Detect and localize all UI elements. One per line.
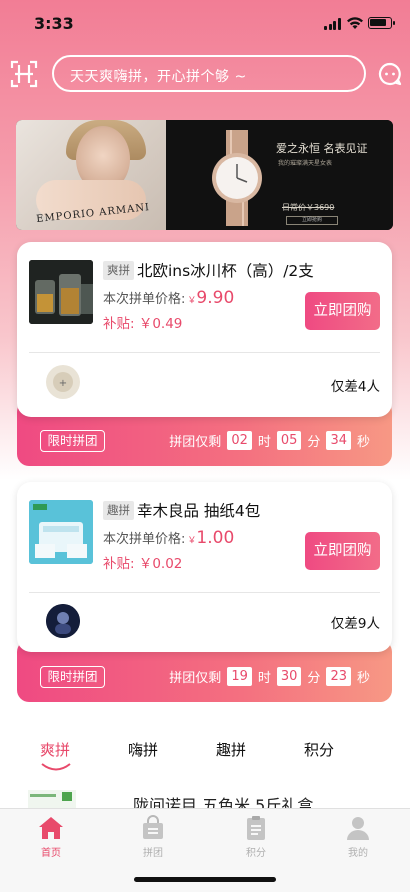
price-label: 本次拼单价格: (103, 292, 186, 307)
tab-shuangpin[interactable]: 爽拼 (40, 739, 70, 760)
subsidy-amount: 补贴: ￥0.02 (103, 556, 183, 572)
category-tabs: 爽拼 嗨拼 趣拼 积分 (0, 733, 410, 773)
countdown-hours: 02 (227, 431, 252, 450)
chat-bubble-icon[interactable] (378, 62, 402, 86)
minute-unit: 分 (307, 671, 321, 686)
status-bar: 3:33 (0, 0, 410, 48)
tab-jifen[interactable]: 积分 (304, 739, 334, 760)
product-image-tissue (29, 500, 93, 564)
second-unit: 秒 (356, 435, 370, 450)
flash-group-label: 限时拼团 (40, 666, 105, 688)
countdown-minutes: 05 (276, 431, 302, 450)
product-name: 幸木良品 抽纸4包 (137, 502, 261, 520)
svg-text:+: + (59, 378, 67, 389)
flash-group-label: 限时拼团 (40, 430, 105, 452)
banner-original-price: 日常价￥3690 (282, 203, 335, 212)
group-deal-card[interactable]: 趣拼 幸木良品 抽纸4包 本次拼单价格: ￥1.00 补贴: ￥0.02 立即团购… (17, 482, 392, 652)
hour-unit: 时 (257, 435, 271, 450)
home-indicator (134, 877, 276, 882)
tab-qupin[interactable]: 趣拼 (216, 739, 246, 760)
avatar[interactable] (46, 604, 80, 638)
remaining-members: 仅差9人 (330, 616, 380, 632)
watch-image (212, 130, 262, 226)
price-value: 9.90 (196, 288, 235, 308)
deal-type-tag: 爽拼 (103, 261, 134, 280)
divider (29, 352, 380, 353)
wifi-icon (347, 17, 363, 29)
subsidy-amount: 补贴: ￥0.49 (103, 316, 183, 332)
product-name: 北欧ins冰川杯（高）/2支 (137, 262, 314, 280)
banner-model-photo: EMPORIO ARMANI (16, 120, 166, 230)
price-label: 本次拼单价格: (103, 532, 186, 547)
banner-slogan: 爱之永恒 名表见证 (276, 142, 368, 155)
tab-haipin[interactable]: 嗨拼 (128, 739, 158, 760)
remaining-members: 仅差4人 (330, 379, 380, 395)
search-placeholder: 天天爽嗨拼，开心拼个够 ~ (70, 69, 247, 85)
home-icon (39, 817, 63, 839)
promo-banner[interactable]: EMPORIO ARMANI 爱之永恒 名表见证 我的璀璨满天星女表 日常价￥3… (16, 120, 393, 230)
countdown-seconds: 23 (326, 667, 351, 686)
deal-type-tag: 趣拼 (103, 501, 134, 520)
nav-label: 拼团 (143, 848, 163, 859)
countdown-timer: 拼团仅剩 19 时 30 分 23 秒 (169, 667, 370, 686)
countdown-prefix: 拼团仅剩 (169, 671, 222, 686)
banner-buy-button[interactable]: 立即抢购 (286, 216, 338, 225)
battery-icon (368, 17, 395, 29)
nav-label: 我的 (348, 848, 368, 859)
second-unit: 秒 (356, 671, 370, 686)
scan-icon[interactable] (10, 60, 38, 88)
countdown-seconds: 34 (326, 431, 351, 450)
nav-home[interactable]: 首页 (21, 815, 81, 859)
countdown-hours: 19 (227, 667, 252, 686)
shopping-bag-icon (143, 815, 163, 839)
minute-unit: 分 (307, 435, 321, 450)
countdown-minutes: 30 (276, 667, 302, 686)
group-deal-card[interactable]: 爽拼 北欧ins冰川杯（高）/2支 本次拼单价格: ￥9.90 补贴: ￥0.49… (17, 242, 392, 417)
status-time: 3:33 (34, 14, 74, 33)
cellular-signal-icon (324, 18, 342, 30)
buy-now-button[interactable]: 立即团购 (305, 532, 380, 570)
group-price: 本次拼单价格: ￥1.00 (103, 528, 234, 548)
divider (29, 592, 380, 593)
nav-label: 首页 (41, 848, 61, 859)
search-input[interactable]: 天天爽嗨拼，开心拼个够 ~ (52, 55, 366, 92)
nav-profile[interactable]: 我的 (328, 815, 388, 859)
active-tab-indicator (41, 763, 71, 771)
buy-now-button[interactable]: 立即团购 (305, 292, 380, 330)
banner-product-panel: 爱之永恒 名表见证 我的璀璨满天星女表 日常价￥3690 立即抢购 (166, 120, 393, 230)
nav-group-buy[interactable]: 拼团 (123, 815, 183, 859)
price-value: 1.00 (196, 528, 235, 548)
clipboard-icon (247, 816, 265, 840)
hour-unit: 时 (257, 671, 271, 686)
product-image-glass-cups (29, 260, 93, 324)
banner-sub-slogan: 我的璀璨满天星女表 (278, 160, 333, 167)
avatar[interactable]: + (46, 365, 80, 399)
group-price: 本次拼单价格: ￥9.90 (103, 288, 234, 308)
countdown-prefix: 拼团仅剩 (169, 435, 222, 450)
user-icon (347, 817, 369, 840)
nav-label: 积分 (246, 848, 266, 859)
countdown-timer: 拼团仅剩 02 时 05 分 34 秒 (169, 431, 370, 450)
nav-points[interactable]: 积分 (226, 815, 286, 859)
